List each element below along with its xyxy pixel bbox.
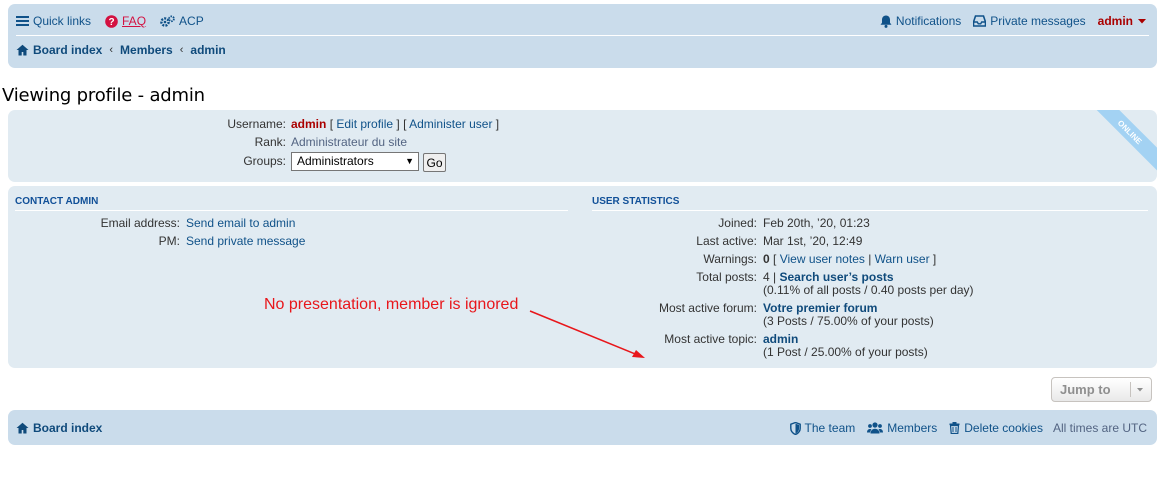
total-posts-detail: (0.11% of all posts / 0.40 posts per day… bbox=[763, 283, 974, 297]
most-active-forum-detail: (3 Posts / 75.00% of your posts) bbox=[763, 314, 934, 328]
search-user-posts-link[interactable]: Search user’s posts bbox=[779, 270, 893, 284]
private-messages-link[interactable]: Private messages bbox=[990, 14, 1085, 28]
joined-label: Joined: bbox=[718, 216, 757, 230]
shield-icon[interactable] bbox=[789, 421, 801, 435]
groups-label: Groups: bbox=[243, 154, 286, 168]
chevron-down-icon bbox=[1134, 383, 1146, 398]
warnings-label: Warnings: bbox=[703, 252, 757, 266]
annotation-text: No presentation, member is ignored bbox=[264, 296, 519, 313]
the-team-link[interactable]: The team bbox=[805, 421, 856, 435]
details-panel: CONTACT ADMIN Email address: Send email … bbox=[8, 186, 1157, 368]
delete-cookies-link[interactable]: Delete cookies bbox=[964, 421, 1043, 435]
caret-down-icon[interactable] bbox=[1137, 17, 1147, 25]
users-icon[interactable] bbox=[867, 422, 884, 434]
header-divider bbox=[16, 35, 1149, 36]
edit-profile-link[interactable]: Edit profile bbox=[336, 117, 393, 131]
online-badge: ONLINE bbox=[1115, 118, 1144, 147]
user-menu-link[interactable]: admin bbox=[1098, 14, 1133, 28]
notifications-link[interactable]: Notifications bbox=[896, 14, 961, 28]
home-icon[interactable] bbox=[16, 422, 29, 434]
footer-navbar: Board index The team Members Delete cook… bbox=[8, 410, 1157, 445]
rank-label: Rank: bbox=[254, 135, 286, 149]
go-button[interactable]: Go bbox=[423, 153, 446, 172]
total-posts-value: 4 bbox=[763, 270, 770, 284]
most-active-forum-link[interactable]: Votre premier forum bbox=[763, 301, 877, 315]
select-arrow-icon: ▼ bbox=[405, 156, 414, 166]
jump-to-divider bbox=[1130, 382, 1131, 397]
username-label: Username: bbox=[227, 117, 286, 131]
cogs-icon[interactable] bbox=[160, 14, 175, 28]
joined-value: Feb 20th, ’20, 01:23 bbox=[763, 216, 870, 230]
home-icon[interactable] bbox=[16, 44, 29, 56]
inbox-icon[interactable] bbox=[973, 15, 987, 27]
stats-heading: USER STATISTICS bbox=[592, 196, 680, 207]
view-user-notes-link[interactable]: View user notes bbox=[780, 252, 865, 266]
profile-panel: Username: admin [ Edit profile ] [ Admin… bbox=[8, 110, 1157, 182]
contact-heading: CONTACT ADMIN bbox=[15, 196, 99, 207]
breadcrumb-board-index[interactable]: Board index bbox=[33, 43, 102, 57]
jump-to-button[interactable]: Jump to bbox=[1051, 377, 1152, 402]
breadcrumb: Board index ‹ Members ‹ admin bbox=[16, 42, 226, 58]
stats-divider bbox=[592, 210, 1148, 211]
contact-divider bbox=[15, 210, 568, 211]
page-title: Viewing profile - admin bbox=[2, 85, 205, 106]
most-active-topic-detail: (1 Post / 25.00% of your posts) bbox=[763, 345, 928, 359]
faq-link[interactable]: FAQ bbox=[122, 14, 146, 28]
bars-icon[interactable] bbox=[16, 15, 29, 27]
svg-text:?: ? bbox=[108, 17, 114, 28]
warn-user-link[interactable]: Warn user bbox=[875, 252, 930, 266]
acp-link[interactable]: ACP bbox=[179, 14, 204, 28]
bell-icon[interactable] bbox=[880, 15, 892, 28]
groups-select-value: Administrators bbox=[297, 154, 374, 168]
breadcrumb-separator: ‹ bbox=[109, 44, 114, 56]
footer-board-index-link[interactable]: Board index bbox=[33, 421, 102, 435]
quick-links-link[interactable]: Quick links bbox=[33, 14, 91, 28]
breadcrumb-members[interactable]: Members bbox=[120, 43, 173, 57]
last-active-label: Last active: bbox=[696, 234, 757, 248]
members-link[interactable]: Members bbox=[887, 421, 937, 435]
most-active-topic-link[interactable]: admin bbox=[763, 332, 798, 346]
breadcrumb-separator: ‹ bbox=[179, 44, 184, 56]
total-posts-label: Total posts: bbox=[696, 270, 757, 284]
jump-to-label: Jump to bbox=[1060, 382, 1111, 397]
most-active-topic-label: Most active topic: bbox=[664, 332, 757, 346]
last-active-value: Mar 1st, ’20, 12:49 bbox=[763, 234, 863, 248]
header-navbar: Quick links ? FAQ ACP Notifications Priv… bbox=[8, 4, 1157, 68]
groups-select[interactable]: Administrators ▼ bbox=[291, 152, 419, 171]
username-value[interactable]: admin bbox=[291, 117, 326, 131]
rank-value: Administrateur du site bbox=[291, 135, 408, 149]
warnings-count: 0 bbox=[763, 252, 770, 266]
question-circle-icon[interactable]: ? bbox=[105, 14, 118, 28]
administer-user-link[interactable]: Administer user bbox=[409, 117, 492, 131]
trash-icon[interactable] bbox=[949, 422, 960, 434]
timezone-text: All times are UTC bbox=[1052, 421, 1147, 435]
breadcrumb-admin[interactable]: admin bbox=[190, 43, 225, 57]
